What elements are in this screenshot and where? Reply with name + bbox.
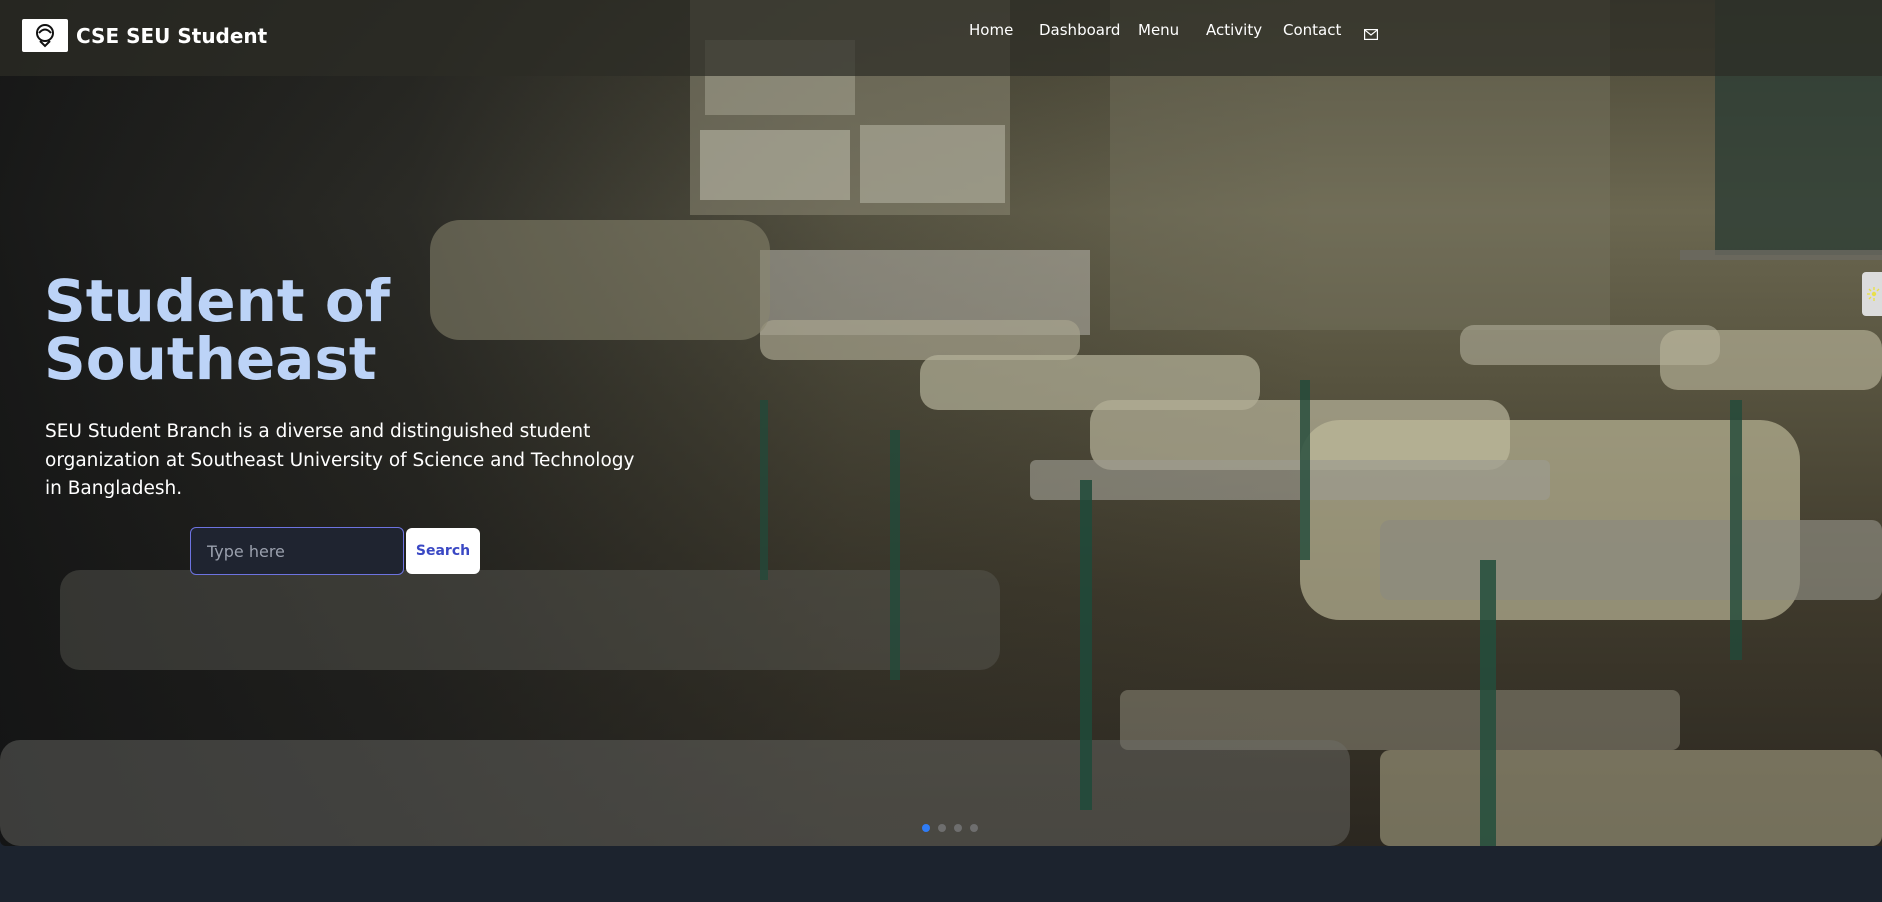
side-settings-tab[interactable] <box>1862 272 1882 316</box>
carousel-indicators <box>922 824 978 832</box>
carousel-dot-1[interactable] <box>922 824 930 832</box>
nav-link-dashboard[interactable]: Dashboard <box>1039 21 1120 39</box>
hero-description: SEU Student Branch is a diverse and dist… <box>45 421 635 499</box>
search-input[interactable] <box>190 527 404 575</box>
carousel-dot-3[interactable] <box>954 824 962 832</box>
page-footer-region <box>0 846 1882 902</box>
brand-name[interactable]: CSE SEU Student <box>76 24 267 48</box>
sun-icon <box>1867 287 1880 301</box>
top-navbar: CSE SEU Student Home Dashboard Menu Acti… <box>0 0 1882 76</box>
search-button[interactable]: Search <box>406 528 480 574</box>
nav-link-contact[interactable]: Contact <box>1283 21 1341 39</box>
seu-logo-icon <box>36 23 54 47</box>
hero-carousel: CSE SEU Student Home Dashboard Menu Acti… <box>0 0 1882 846</box>
hero-title-line-2: Southeast <box>44 325 377 393</box>
carousel-dot-4[interactable] <box>970 824 978 832</box>
hero-title: Student of Southeast <box>44 272 604 388</box>
brand-logo[interactable] <box>22 19 68 52</box>
carousel-dot-2[interactable] <box>938 824 946 832</box>
nav-link-activity[interactable]: Activity <box>1206 21 1262 39</box>
nav-link-menu[interactable]: Menu <box>1138 21 1179 39</box>
mail-icon[interactable] <box>1364 29 1378 40</box>
nav-link-home[interactable]: Home <box>969 21 1013 39</box>
